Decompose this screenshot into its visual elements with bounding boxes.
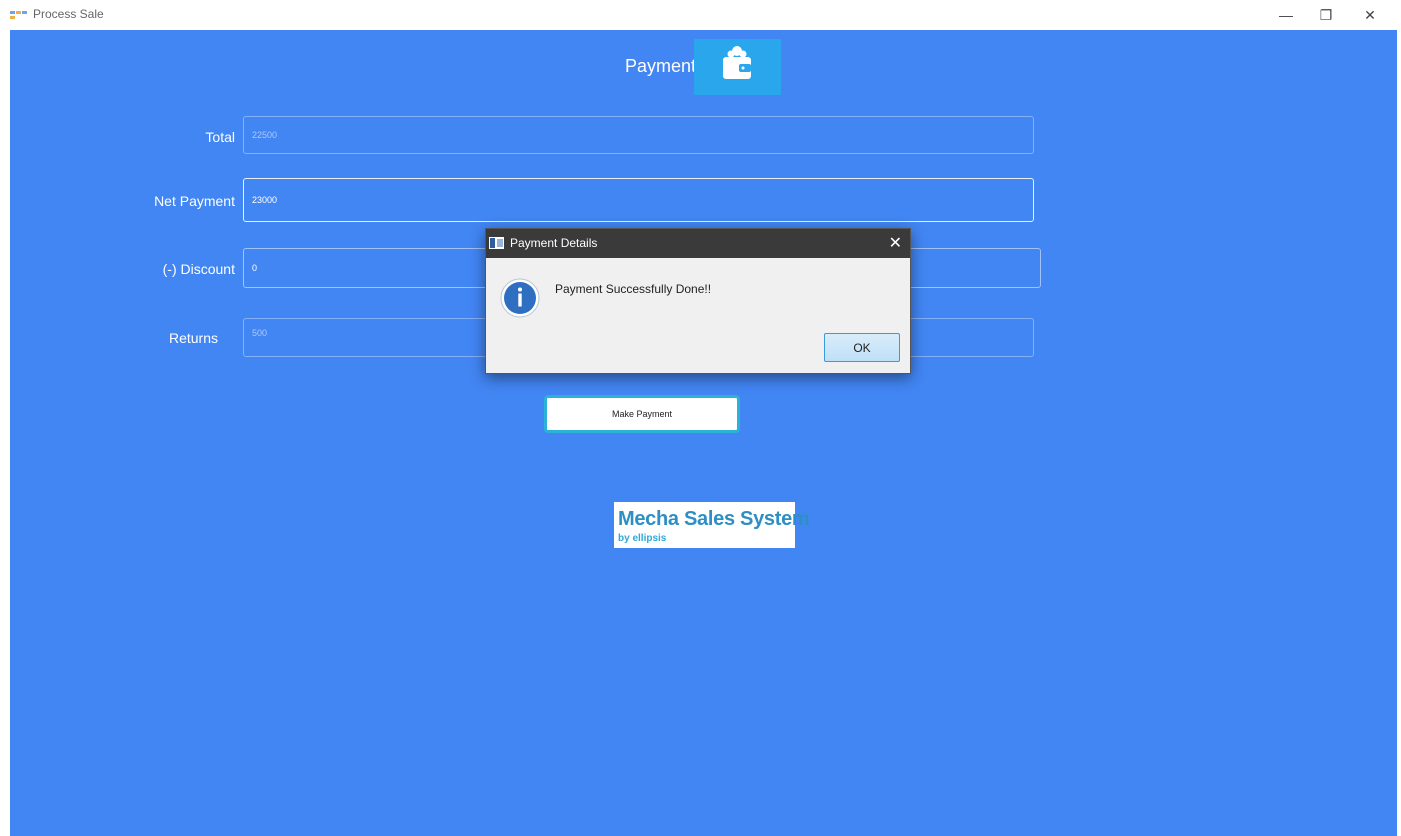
wallet-icon: [723, 46, 751, 79]
payment-panel: Payment Total Net Payment (-) Discount R…: [10, 30, 1397, 836]
make-payment-button[interactable]: Make Payment: [544, 395, 740, 433]
payment-details-dialog: Payment Details ✕ Payment Successfully D…: [485, 228, 911, 374]
window-title: Process Sale: [33, 7, 104, 21]
returns-label: Returns: [168, 330, 218, 346]
total-label: Total: [205, 129, 235, 145]
logo-subtext: by ellipsis: [618, 533, 667, 544]
maximize-button[interactable]: ❐: [1303, 0, 1349, 30]
logo: Mecha Sales System by ellipsis: [614, 502, 810, 548]
dialog-close-button[interactable]: ✕: [889, 233, 902, 253]
page-title: Payment: [625, 56, 697, 76]
header-icon-box: [694, 39, 781, 95]
discount-label: (-) Discount: [162, 261, 235, 277]
dialog-message: Payment Successfully Done!!: [555, 282, 712, 296]
total-field[interactable]: [243, 116, 1034, 154]
close-button[interactable]: ✕: [1347, 0, 1393, 30]
dialog-title: Payment Details: [510, 236, 598, 250]
app-icon: [10, 11, 27, 19]
info-icon: [500, 278, 540, 318]
dialog-app-icon: [489, 237, 504, 249]
net-payment-label: Net Payment: [154, 193, 235, 209]
dialog-titlebar: Payment Details ✕: [486, 229, 910, 258]
ok-button[interactable]: OK: [824, 333, 900, 362]
window-titlebar: Process Sale — ❐ ✕: [0, 0, 1401, 30]
logo-text: Mecha Sales System: [618, 508, 810, 530]
net-payment-field[interactable]: [243, 178, 1034, 222]
